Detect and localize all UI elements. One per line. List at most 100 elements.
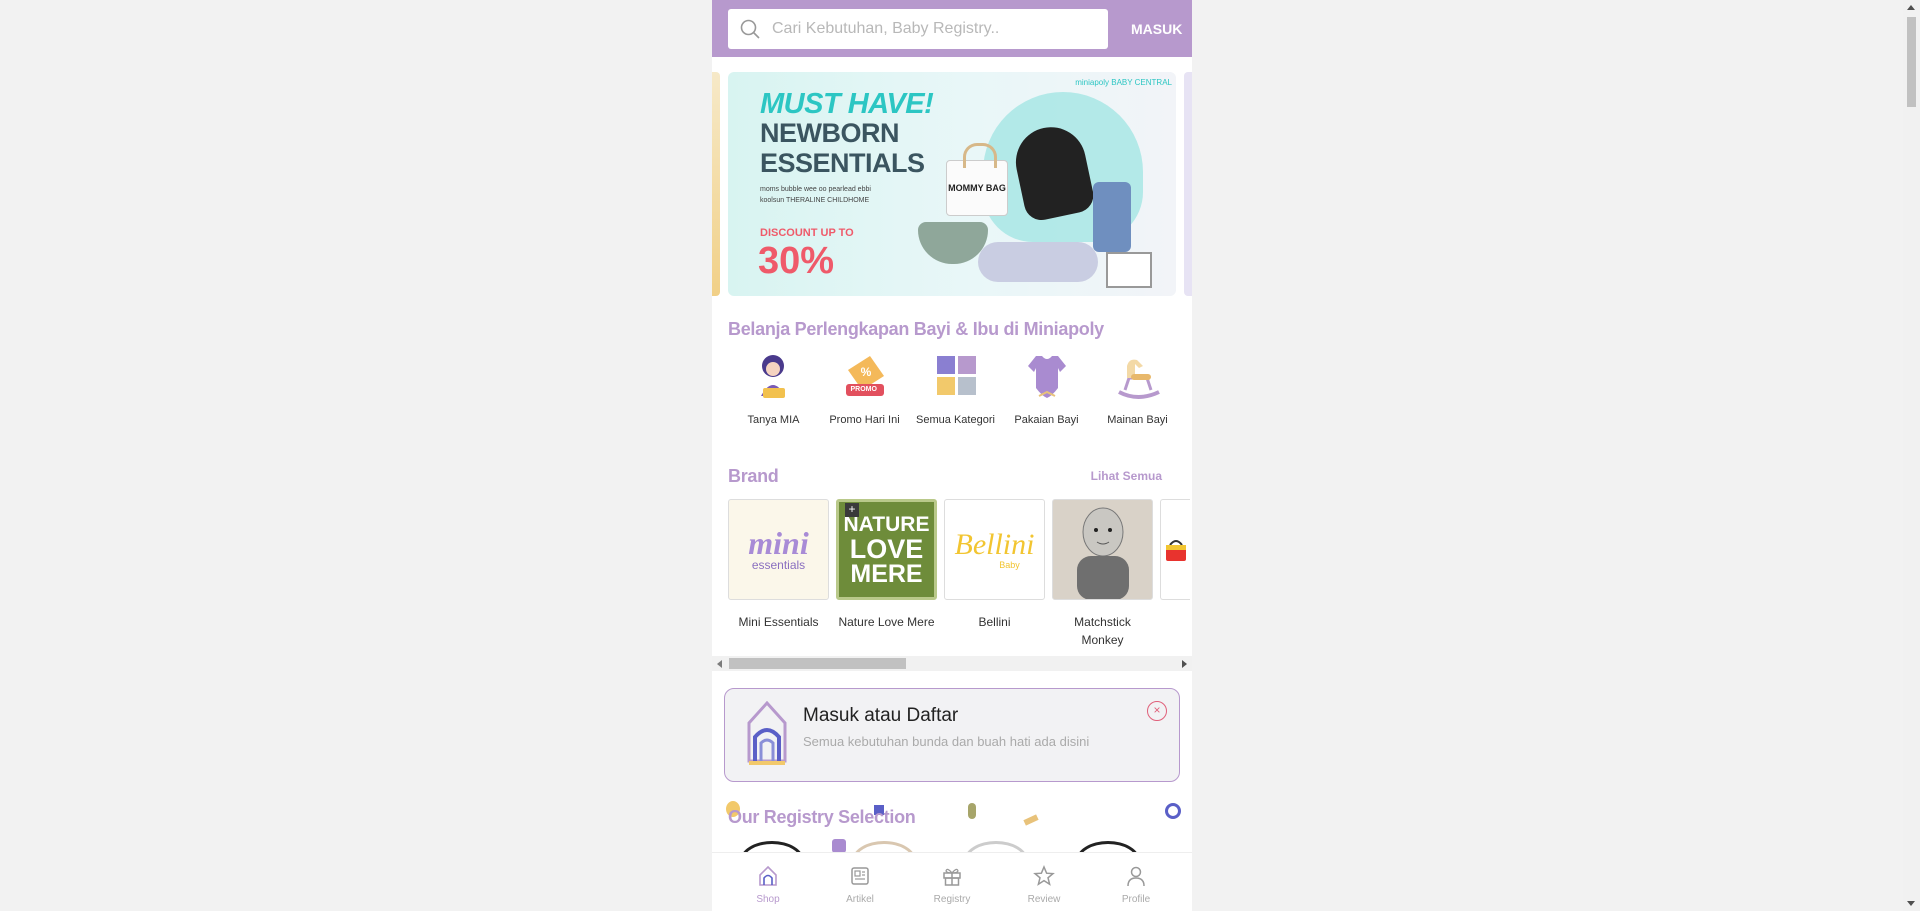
brand-logo-line2: LOVE [849,533,924,564]
category-list: Tanya MIA % PROMO Promo Hari Ini Semua K… [728,352,1183,426]
nav-artikel[interactable]: Artikel [820,853,900,911]
brand-list: mini essentials Mini Essentials NATURE L… [728,499,1190,649]
category-label: Semua Kategori [916,414,995,426]
scroll-up-arrow-icon[interactable] [1907,5,1915,10]
search-box[interactable] [728,8,1108,49]
star-icon [1033,865,1055,886]
registry-section: Our Registry Selection [712,793,1192,853]
plus-badge-icon: + [845,503,859,517]
bottom-navigation: Shop Artikel Registry Review Profile [712,852,1192,911]
brand-logo-mini-essentials: mini essentials [728,499,829,600]
brand-card[interactable]: mini essentials Mini Essentials [728,499,829,649]
decor-shape [1165,803,1181,819]
category-tanya-mia[interactable]: Tanya MIA [728,352,819,426]
login-card-title: Masuk atau Daftar [803,705,959,726]
close-icon[interactable]: × [1147,701,1167,721]
brand-card[interactable]: Bellini Baby Bellini [944,499,1045,649]
grid-category-icon [931,352,981,402]
category-promo[interactable]: % PROMO Promo Hari Ini [819,352,910,426]
page-vertical-scrollbar[interactable] [1903,0,1920,911]
carousel-prev-slide[interactable] [712,72,720,296]
user-icon [1127,866,1145,887]
category-label: Promo Hari Ini [829,414,900,426]
search-input[interactable] [772,19,1092,38]
banner-line-newborn: NEWBORN [760,118,900,148]
nav-registry[interactable]: Registry [912,853,992,911]
brand-logo-line2: essentials [751,557,806,572]
brand-section-title: Brand [728,466,779,486]
banner-discount-value: 30% [758,240,835,282]
blanket-image [978,242,1098,282]
scroll-right-arrow-icon[interactable] [1182,660,1187,668]
banner-headline-1: MUST HAVE! [760,88,934,120]
login-card-subtitle: Semua kebutuhan bunda dan buah hati ada … [803,734,1090,749]
login-prompt-card[interactable]: Masuk atau Daftar Semua kebutuhan bunda … [724,688,1180,782]
brand-name: Nature Love Mere [838,615,935,629]
top-header: MASUK [712,0,1192,57]
brand-logo-line3: MERE [850,559,923,588]
category-clothing[interactable]: Pakaian Bayi [1001,352,1092,426]
rocking-horse-icon [1113,352,1163,402]
onesie-icon [1022,352,1072,402]
mommy-bag-image: MOMMY BAG [946,143,1008,216]
bag-text: MOMMY BAG [948,183,1006,193]
nav-shop[interactable]: Shop [728,853,808,911]
bag-icon [1165,539,1186,561]
nav-label: Profile [1121,894,1151,905]
brand-name: Matchstick Monkey [1074,615,1131,647]
promo-badge-text: PROMO [850,386,877,393]
scroll-left-arrow-icon[interactable] [717,660,722,668]
mia-avatar-icon [749,352,799,402]
search-icon [740,19,760,39]
banner-brand-list: moms bubble wee oo pearlead ebbi koolsun… [760,186,871,204]
nav-label: Shop [756,894,780,905]
scrollbar-thumb[interactable] [729,658,906,669]
brand-card[interactable]: Matchstick Monkey [1052,499,1153,649]
nav-label: Artikel [846,894,874,905]
shop-house-icon [759,865,777,886]
scroll-down-arrow-icon[interactable] [1907,901,1915,906]
nav-label: Review [1027,894,1061,905]
category-label: Mainan Bayi [1107,414,1168,426]
house-logo-icon [747,701,787,765]
category-all[interactable]: Semua Kategori [910,352,1001,426]
login-button[interactable]: MASUK [1131,21,1182,37]
brand-logo-line2: Baby [999,559,1020,570]
brand-horizontal-scrollbar[interactable] [712,656,1192,671]
brand-logo-bellini: Bellini Baby [944,499,1045,600]
registry-section-title: Our Registry Selection [728,807,916,827]
diaper-bin-image [1093,182,1131,252]
nav-review[interactable]: Review [1004,853,1084,911]
nav-label: Registry [933,894,971,905]
category-label: Pakaian Bayi [1014,414,1079,426]
brand-card[interactable]: NATURE LOVE MERE + Nature Love Mere [836,499,937,649]
brand-logo-line1: Bellini [954,527,1035,561]
plush-toy-image [1076,507,1129,599]
scrollbar-thumb[interactable] [1907,17,1916,107]
mobile-app-frame: MASUK MOMMY BAG MUST HAVE! NEWBORNESSENT… [712,0,1192,911]
brand-name: Bellini [978,615,1011,629]
decor-shape [1023,814,1039,826]
shop-section-title: Belanja Perlengkapan Bayi & Ibu di Minia… [728,319,1104,339]
brand-name: Mini Essentials [738,615,819,629]
promo-tag-icon: % PROMO [840,352,890,402]
photo-frame-image [1106,252,1152,288]
brand-logo-partial [1160,499,1190,600]
banner-discount-label: DISCOUNT UP TO [760,227,854,239]
decor-shape [968,803,976,819]
nav-profile[interactable]: Profile [1096,853,1176,911]
category-toys[interactable]: Mainan Bayi [1092,352,1183,426]
decor-shape [832,839,846,853]
newspaper-icon [851,867,869,885]
svg-text:%: % [860,365,871,379]
brand-card-partial[interactable] [1160,499,1190,649]
brand-logo-line1: mini [748,524,809,561]
brand-logo-nature-love-mere: NATURE LOVE MERE + [836,499,937,600]
category-label: Tanya MIA [747,414,800,426]
banner-logo: miniapoly BABY CENTRAL [1075,78,1172,87]
promo-banner[interactable]: MOMMY BAG MUST HAVE! NEWBORN ESSENTIALS m… [728,72,1176,296]
carousel-next-slide[interactable] [1184,72,1192,296]
brand-logo-matchstick-monkey [1052,499,1153,600]
see-all-brands-link[interactable]: Lihat Semua [1091,469,1162,483]
banner-headline-2: NEWBORN ESSENTIALS [760,118,925,178]
